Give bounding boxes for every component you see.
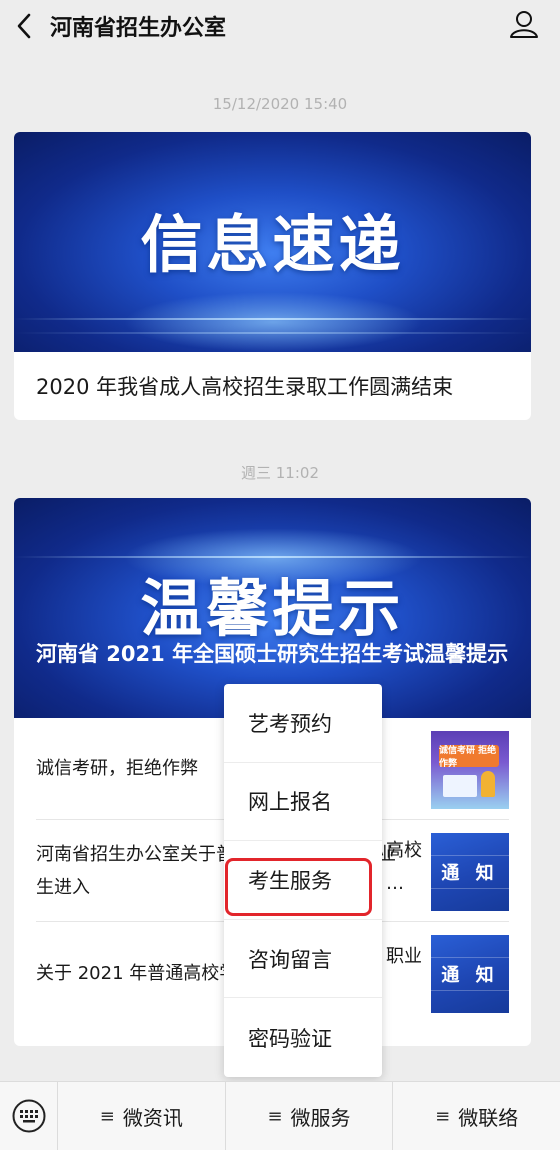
article-title: 2020 年我省成人高校招生录取工作圆满结束 xyxy=(36,375,454,399)
banner-title: 温馨提示 xyxy=(140,572,405,645)
integrity-thumbnail: 诚信考研 拒绝作弊 xyxy=(431,731,509,809)
message-timestamp: 週三 11:02 xyxy=(241,464,319,482)
tab-weifuwu[interactable]: ≡ 微服务 xyxy=(226,1081,394,1150)
thumbnail-label: 通 知 xyxy=(441,863,499,884)
tab-weilianluo[interactable]: ≡ 微联络 xyxy=(393,1082,560,1150)
menu-lines-icon: ≡ xyxy=(99,1105,115,1127)
back-button[interactable] xyxy=(2,4,46,48)
tab-label: 微资讯 xyxy=(122,1105,183,1130)
keyboard-icon xyxy=(12,1099,45,1133)
bottom-menu: ≡ 微资讯 ≡ 微服务 ≡ 微联络 xyxy=(0,1081,560,1150)
menu-lines-icon: ≡ xyxy=(267,1105,283,1127)
page-title: 河南省招生办公室 xyxy=(50,16,227,41)
menu-item-password-verify[interactable]: 密码验证 xyxy=(224,998,382,1077)
message-timestamp: 15/12/2020 15:40 xyxy=(212,95,348,113)
menu-lines-icon: ≡ xyxy=(435,1105,451,1127)
article-title: 河南省 2021 年全国硕士研究生招生考试温馨提示 xyxy=(36,642,509,666)
article-card[interactable]: 信息速递 2020 年我省成人高校招生录取工作圆满结束 xyxy=(14,132,531,420)
list-item-text-fragment: 高校 xyxy=(386,840,422,861)
highlight-box xyxy=(225,858,372,916)
list-item-text-fragment: … xyxy=(386,873,404,894)
menu-item-online-registration[interactable]: 网上报名 xyxy=(224,763,382,842)
menu-item-art-exam-booking[interactable]: 艺考预约 xyxy=(224,684,382,763)
list-item-text-fragment: 职业 xyxy=(386,946,422,967)
chevron-left-icon xyxy=(17,13,31,39)
article-banner: 信息速递 xyxy=(14,132,531,352)
keyboard-toggle-button[interactable] xyxy=(0,1081,58,1150)
banner-title: 信息速递 xyxy=(140,208,405,281)
menu-item-consult-message[interactable]: 咨询留言 xyxy=(224,920,382,999)
person-icon xyxy=(510,11,538,38)
thumbnail-label: 通 知 xyxy=(441,965,499,986)
thumbnail-label: 诚信考研 拒绝作弊 xyxy=(439,745,499,769)
tab-label: 微联络 xyxy=(458,1105,519,1130)
top-bar: 河南省招生办公室 xyxy=(0,0,560,52)
tab-label: 微服务 xyxy=(290,1105,351,1130)
tab-weizixun[interactable]: ≡ 微资讯 xyxy=(58,1081,226,1150)
profile-button[interactable] xyxy=(502,4,546,44)
notice-thumbnail: 通 知 xyxy=(431,935,509,1013)
notice-thumbnail: 通 知 xyxy=(431,833,509,911)
